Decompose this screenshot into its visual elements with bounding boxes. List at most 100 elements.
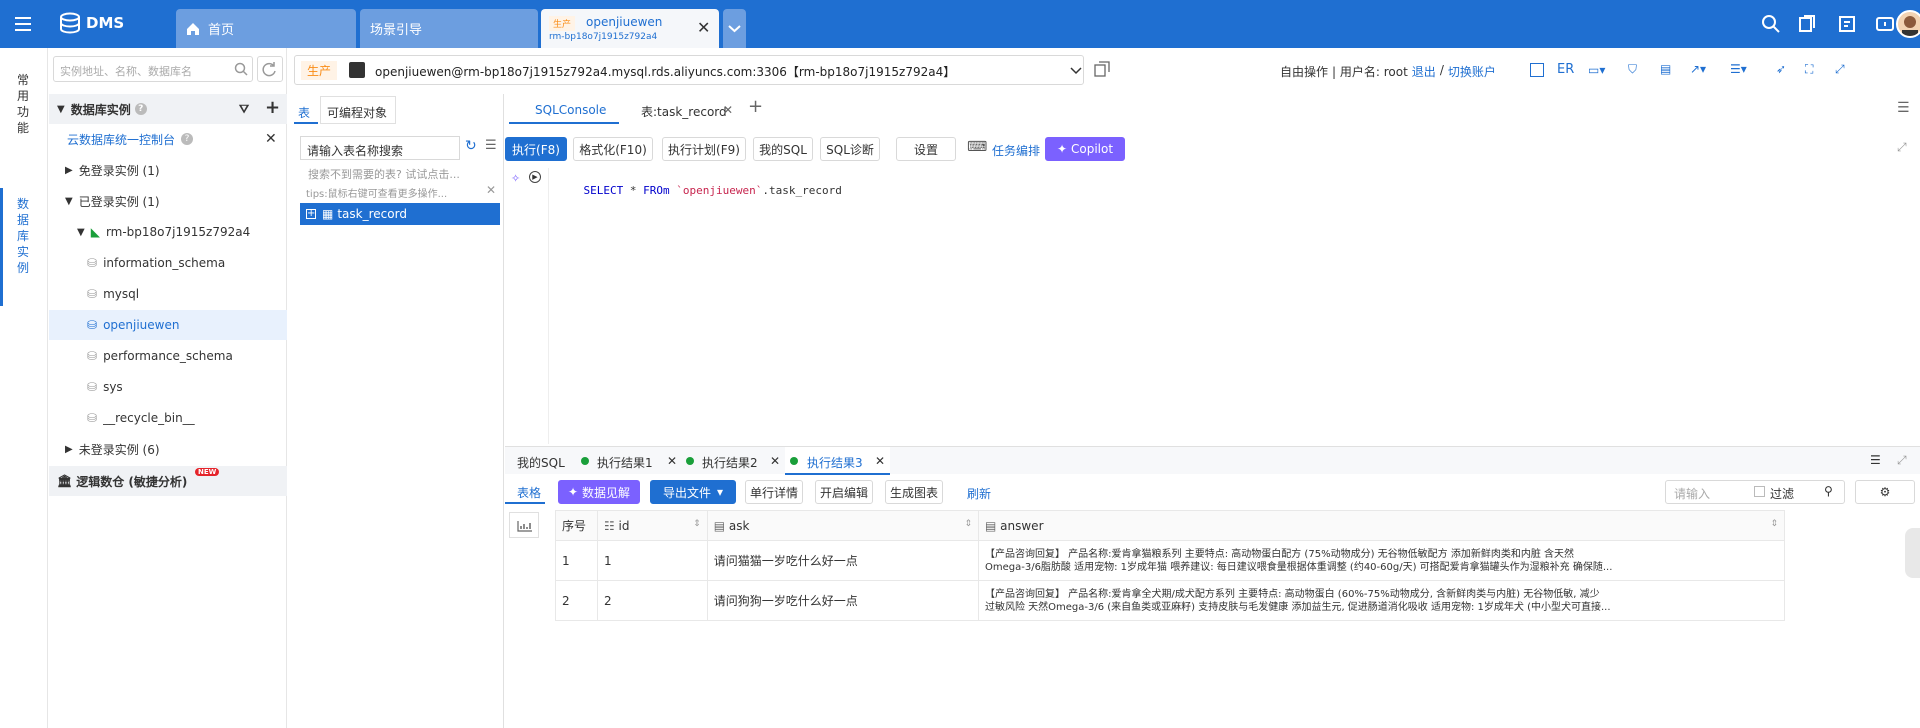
col-header-id[interactable]: ☷ id ⇕ <box>596 510 708 541</box>
console-link[interactable]: 云数据库统一控制台 <box>67 131 175 148</box>
tab-dropdown-button[interactable] <box>723 9 746 48</box>
close-icon[interactable]: ✕ <box>265 131 277 147</box>
brand-title[interactable]: DMS <box>86 14 124 32</box>
send-icon[interactable]: ➶ <box>1776 62 1786 76</box>
copilot-button[interactable]: ✦ Copilot <box>1045 137 1125 161</box>
side-collapse-handle[interactable] <box>1905 528 1920 578</box>
refresh-icon[interactable]: ↻ <box>465 138 477 154</box>
edit-mode-button[interactable]: 开启编辑 <box>815 480 873 504</box>
tab-scene-guide[interactable]: 场景引导 <box>360 9 538 48</box>
db-item-mysql[interactable]: ⛁ mysql <box>49 279 287 309</box>
export-button[interactable]: 导出文件 ▾ <box>650 480 736 504</box>
sort-icon[interactable]: ⇕ <box>964 519 972 529</box>
logout-link[interactable]: 退出 <box>1412 63 1436 80</box>
cell-ask[interactable]: 请问猫猫一岁吃什么好一点 <box>706 540 979 581</box>
db-item-sys[interactable]: ⛁ sys <box>49 372 287 402</box>
group-logged-in[interactable]: ▼ 已登录实例 (1) <box>49 186 287 216</box>
tab-home[interactable]: 首页 <box>176 9 356 48</box>
add-icon[interactable]: + <box>265 97 280 118</box>
monitor-icon[interactable]: ▭▾ <box>1588 63 1605 77</box>
close-icon[interactable]: ✕ <box>486 183 496 197</box>
db-item-performance-schema[interactable]: ⛁ performance_schema <box>49 341 287 371</box>
table-item-task-record[interactable]: + ▦ task_record <box>300 203 500 225</box>
rail-common-functions[interactable]: 常用功能 <box>17 72 33 136</box>
col-header-ask[interactable]: ▤ ask ⇕ <box>706 510 979 541</box>
run-button[interactable]: 执行(F8) <box>505 137 567 161</box>
db-item-recycle-bin[interactable]: ⛁ __recycle_bin__ <box>49 403 287 433</box>
tab-result-1[interactable]: 执行结果1 <box>597 454 653 471</box>
table-icon[interactable] <box>1530 63 1544 77</box>
col-header-answer[interactable]: ▤ answer ⇕ <box>977 510 1786 541</box>
layout-icon[interactable]: ☰ <box>1870 453 1881 467</box>
cell-ask[interactable]: 请问狗狗一岁吃什么好一点 <box>706 580 979 621</box>
connection-select[interactable]: 生产 openjiuewen@rm-bp18o7j1915z792a4.mysq… <box>294 55 1084 85</box>
row-detail-button[interactable]: 单行详情 <box>745 480 803 504</box>
table-row[interactable]: 2 2 请问狗狗一岁吃什么好一点 【产品咨询回复】 产品名称:爱肯拿全犬期/成犬… <box>555 580 1786 621</box>
close-icon[interactable]: ✕ <box>697 18 710 37</box>
expand-icon[interactable]: ⤢ <box>1835 62 1845 77</box>
close-icon[interactable]: ✕ <box>667 454 677 468</box>
cell-id[interactable]: 1 <box>596 540 708 581</box>
data-insight-button[interactable]: ✦ 数据见解 <box>558 480 640 504</box>
cell-no[interactable]: 1 <box>555 540 598 581</box>
instance-item[interactable]: ▼ ◣ rm-bp18o7j1915z792a4 <box>49 217 287 247</box>
table-row[interactable]: 1 1 请问猫猫一岁吃什么好一点 【产品咨询回复】 产品名称:爱肯拿猫粮系列 主… <box>555 540 1786 581</box>
table-search-input[interactable]: 请输入表名称搜索 <box>300 136 460 160</box>
sort-icon[interactable]: ⇕ <box>693 519 701 529</box>
section-logic-db[interactable]: 🏛 逻辑数仓 (敏捷分析) NEW <box>49 466 287 496</box>
tab-tables[interactable]: 表 <box>294 98 318 124</box>
view-table-tab[interactable]: 表格 <box>505 478 545 504</box>
tab-my-sql[interactable]: 我的SQL <box>517 454 565 471</box>
filter-input[interactable]: 请输入 过滤 ⚲ <box>1665 480 1845 504</box>
close-icon[interactable]: ✕ <box>875 454 885 468</box>
tab-result-3[interactable]: 执行结果3 <box>807 454 863 471</box>
db-item-information-schema[interactable]: ⛁ information_schema <box>49 248 287 278</box>
export-icon[interactable]: ↗▾ <box>1690 62 1706 76</box>
task-icon[interactable] <box>1797 14 1817 34</box>
refresh-link[interactable]: 刷新 <box>967 485 991 502</box>
switch-account-link[interactable]: 切换账户 <box>1448 63 1496 80</box>
cell-answer[interactable]: 【产品咨询回复】 产品名称:爱肯拿猫粮系列 主要特点: 高动物蛋白配方 (75%… <box>977 540 1786 581</box>
tab-openjiuewen[interactable]: 生产 openjiuewen rm-bp18o7j1915z792a4 ✕ <box>541 9 719 48</box>
tab-result-2[interactable]: 执行结果2 <box>702 454 758 471</box>
filter-checkbox[interactable] <box>1754 486 1765 497</box>
group-not-logged[interactable]: ▶ 未登录实例 (6) <box>49 434 287 464</box>
collapse-icon[interactable]: ☰ <box>485 138 497 153</box>
fullscreen-icon[interactable]: ⛶ <box>1805 62 1813 77</box>
close-icon[interactable]: ✕ <box>723 103 733 117</box>
shield-icon[interactable]: ⛉ <box>1628 62 1637 77</box>
chart-button[interactable]: 生成图表 <box>885 480 943 504</box>
keyboard-icon[interactable]: ⌨ <box>967 139 987 155</box>
console-link-row[interactable]: 云数据库统一控制台 ? ✕ <box>49 124 287 154</box>
sort-icon[interactable]: ⇕ <box>1770 519 1778 529</box>
chart-view-toggle[interactable] <box>509 512 539 538</box>
settings-button[interactable]: 设置 <box>896 137 956 161</box>
sql-text[interactable]: SELECT * FROm `openjiuewen`.task_record <box>557 171 842 210</box>
cell-id[interactable]: 2 <box>596 580 708 621</box>
tab-task-record[interactable]: 表:task_record ✕ <box>625 96 735 124</box>
more-icon[interactable]: ☰ <box>1897 100 1910 116</box>
cell-answer[interactable]: 【产品咨询回复】 产品名称:爱肯拿全犬期/成犬配方系列 主要特点: 高动物蛋白 … <box>977 580 1786 621</box>
copy-icon[interactable] <box>1094 61 1110 77</box>
plan-button[interactable]: 执行计划(F9) <box>662 137 746 161</box>
ticket-icon[interactable] <box>1837 14 1857 34</box>
close-icon[interactable]: ✕ <box>770 454 780 468</box>
document-icon[interactable]: ▤ <box>1660 62 1671 76</box>
settings-icon[interactable]: ⚙ <box>1855 480 1915 504</box>
group-free-login[interactable]: ▶ 免登录实例 (1) <box>49 155 287 185</box>
search-icon[interactable]: ⚲ <box>1824 484 1833 498</box>
rail-db-instances[interactable]: 数据库实例 <box>17 196 33 276</box>
search-icon[interactable] <box>1761 14 1781 34</box>
instance-search-input[interactable]: 实例地址、名称、数据库名 <box>53 56 253 82</box>
ai-sparkle-icon[interactable]: ✧ <box>511 172 520 185</box>
expand-icon[interactable]: ⤢ <box>1897 453 1907 468</box>
task-orchestration-link[interactable]: 任务编排 <box>992 142 1040 159</box>
tab-sqlconsole[interactable]: SQLConsole <box>509 96 619 124</box>
my-sql-button[interactable]: 我的SQL <box>753 137 813 161</box>
list-icon[interactable]: ☰▾ <box>1730 62 1747 76</box>
menu-icon[interactable] <box>14 15 32 33</box>
db-item-openjiuewen[interactable]: ⛁ openjiuewen <box>49 310 287 340</box>
avatar[interactable] <box>1896 10 1920 38</box>
format-button[interactable]: 格式化(F10) <box>573 137 653 161</box>
expand-editor-icon[interactable]: ⤢ <box>1897 140 1907 155</box>
